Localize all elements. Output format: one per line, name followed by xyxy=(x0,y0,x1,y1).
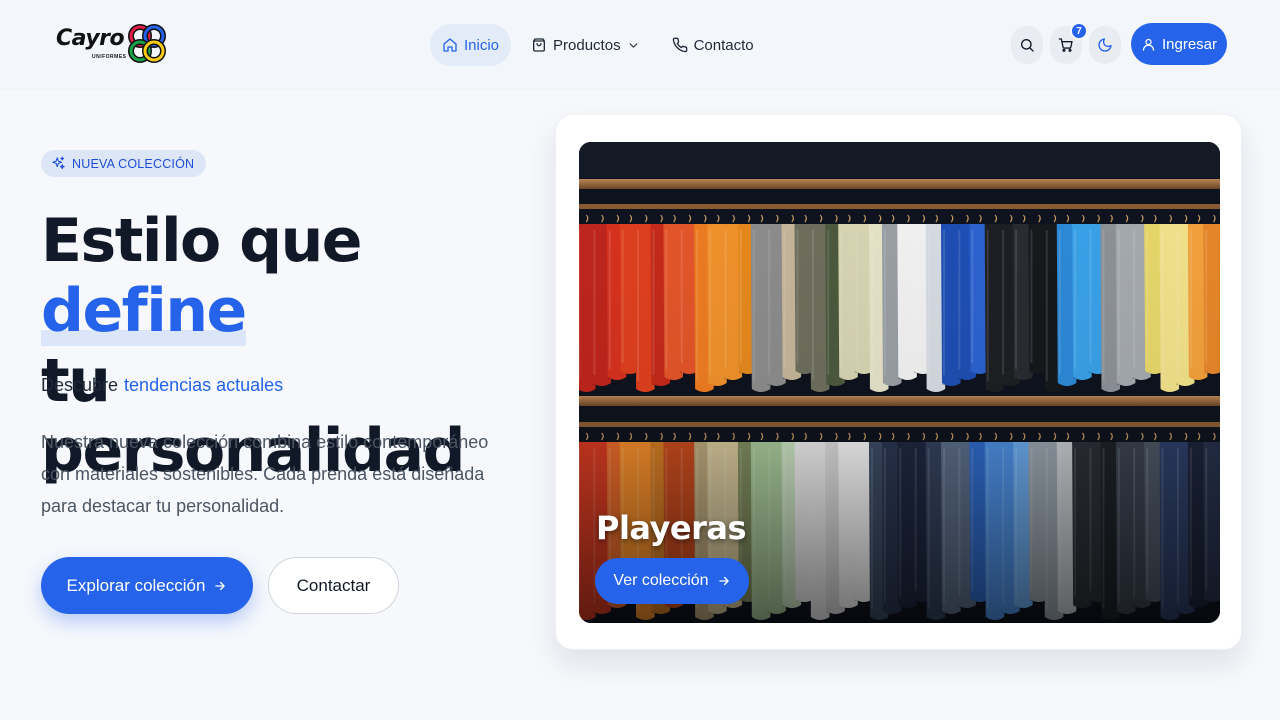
brand-logo[interactable]: Cayro UNIFORMES xyxy=(56,22,168,68)
hero-title-accent: define xyxy=(41,276,247,346)
nav-label-inicio: Inicio xyxy=(464,36,500,54)
search-icon xyxy=(1020,39,1034,52)
arrow-right-icon xyxy=(718,576,729,586)
view-collection-button[interactable]: Ver colección xyxy=(595,558,749,604)
logo-knot-icon xyxy=(128,24,166,63)
badge-label: NUEVA COLECCIÓN xyxy=(72,156,195,171)
new-collection-badge: NUEVA COLECCIÓN xyxy=(41,150,207,177)
tagline-prefix: Descubre xyxy=(41,375,119,395)
search-button[interactable] xyxy=(1011,26,1043,64)
bag-icon xyxy=(533,38,546,52)
moon-icon xyxy=(1098,38,1112,52)
nav-item-contacto[interactable]: Contacto xyxy=(660,24,766,66)
phone-icon xyxy=(672,37,687,53)
brand-subtitle: UNIFORMES xyxy=(92,54,127,60)
view-collection-label: Ver colección xyxy=(613,572,709,589)
nav-item-inicio[interactable]: Inicio xyxy=(430,24,512,66)
login-label: Ingresar xyxy=(1161,35,1218,53)
main-nav: Inicio Productos Contacto xyxy=(430,24,766,66)
sparkles-icon xyxy=(52,156,65,170)
nav-item-productos[interactable]: Productos xyxy=(519,24,652,66)
hero-description: Nuestra nueva colección combina estilo c… xyxy=(41,432,489,516)
explore-collection-label: Explorar colección xyxy=(66,575,206,595)
theme-toggle-button[interactable] xyxy=(1089,26,1121,64)
nav-label-productos: Productos xyxy=(553,36,621,54)
arrow-right-icon xyxy=(215,581,226,590)
user-icon xyxy=(1142,38,1155,51)
cart-icon xyxy=(1058,38,1073,52)
card-title: Playeras xyxy=(596,509,747,547)
contact-button[interactable]: Contactar xyxy=(268,557,399,614)
chevron-down-icon xyxy=(629,42,637,48)
explore-collection-button[interactable]: Explorar colección xyxy=(41,557,253,614)
featured-collection-card: Playeras Ver colección xyxy=(555,114,1242,650)
site-header: Cayro UNIFORMES Inicio Productos Contact… xyxy=(0,0,1280,90)
tshirts-rack-image: Playeras Ver colección xyxy=(579,142,1220,623)
cart-count-badge: 7 xyxy=(1070,22,1088,40)
tshirts-rack-illustration xyxy=(579,142,1220,623)
cart-button[interactable]: 7 xyxy=(1050,22,1088,64)
hero-tagline: Descubre tendencias actuales xyxy=(41,375,283,396)
brand-name: Cayro xyxy=(56,26,125,51)
home-icon xyxy=(443,38,457,52)
hero-title-line1: Estilo que xyxy=(41,206,362,276)
login-button[interactable]: Ingresar xyxy=(1131,23,1227,65)
nav-label-contacto: Contacto xyxy=(693,36,754,54)
tagline-highlight: tendencias actuales xyxy=(124,375,284,395)
contact-label: Contactar xyxy=(296,575,371,595)
